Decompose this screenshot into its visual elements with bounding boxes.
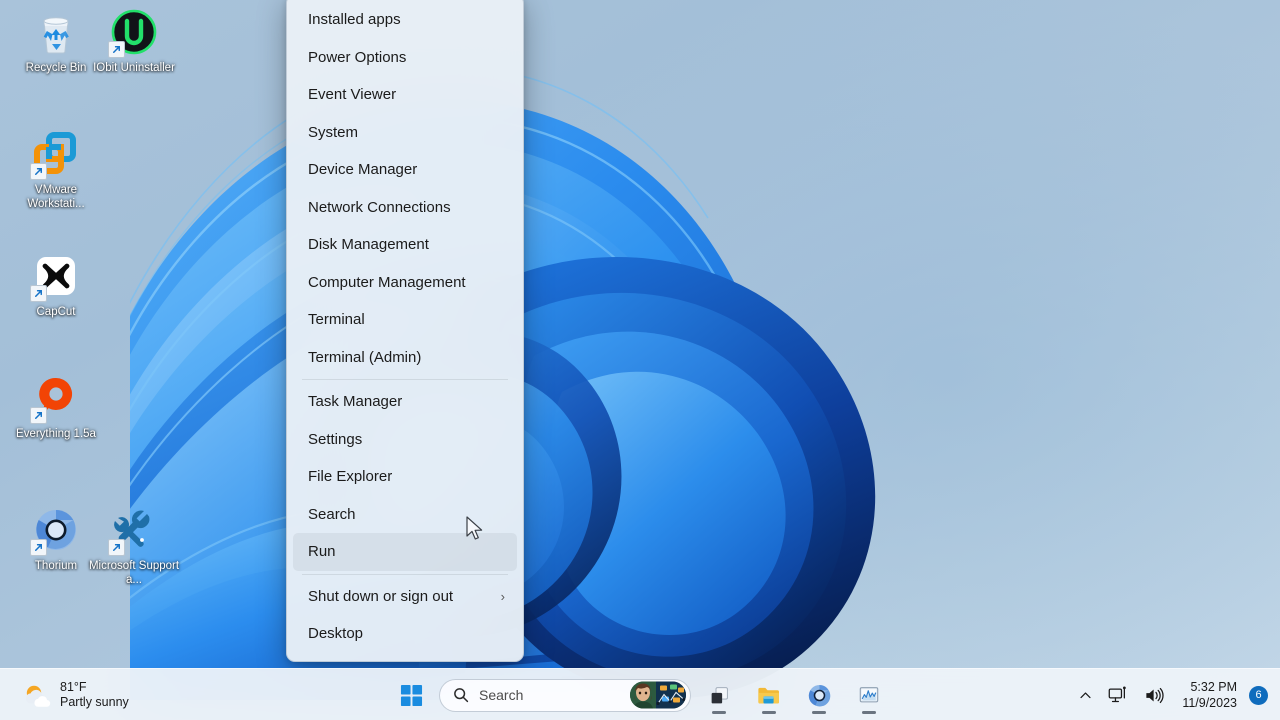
thorium-browser-icon [808,684,830,706]
menu-item-settings[interactable]: Settings [293,421,517,459]
clock-time: 5:32 PM [1190,680,1237,694]
menu-item-label: Terminal [308,311,365,329]
network-monitor-icon [1108,686,1127,702]
show-hidden-icons-button[interactable] [1072,675,1099,715]
taskbar-clock[interactable]: 5:32 PM 11/9/2023 [1173,675,1244,715]
menu-item-computer-management[interactable]: Computer Management [293,264,517,302]
taskbar-weather-widget[interactable]: 81°F Partly sunny [12,669,138,720]
menu-item-label: Terminal (Admin) [308,348,422,366]
menu-item-label: File Explorer [308,468,393,486]
menu-item-label: Device Manager [308,161,418,179]
windows-logo-icon [400,684,422,706]
menu-item-run[interactable]: Run [293,533,517,571]
task-manager-button[interactable] [847,673,891,717]
menu-item-network-connections[interactable]: Network Connections [293,189,517,227]
running-indicator [762,711,776,714]
taskbar-system-tray: 5:32 PM 11/9/2023 6 [1072,669,1272,720]
iobit-uninstaller-icon [108,8,158,58]
desktop-icon-vmware-workstation[interactable]: VMware Workstati... [10,130,102,211]
desktop-icon-iobit-uninstaller[interactable]: IObit Uninstaller [88,8,180,75]
task-manager-icon [859,687,879,703]
menu-item-label: Shut down or sign out [308,587,454,605]
taskbar: 81°F Partly sunny Search 5:32 PM 11/9/20… [0,668,1280,720]
menu-separator [302,573,508,575]
menu-item-terminal-admin[interactable]: Terminal (Admin) [293,339,517,377]
bing-daily-avatar[interactable] [630,681,686,709]
menu-item-label: System [308,123,359,141]
menu-item-label: Search [308,505,356,523]
menu-item-label: Desktop [308,625,364,643]
desktop-icon-microsoft-support[interactable]: Microsoft Support a... [88,506,180,587]
file-explorer-button[interactable] [747,673,791,717]
menu-item-shut-down-or-sign-out[interactable]: Shut down or sign out › [293,578,517,616]
search-placeholder-text: Search [479,687,524,703]
menu-item-label: Installed apps [308,11,401,29]
running-indicator [712,711,726,714]
weather-temperature: 81°F [60,680,87,694]
menu-item-label: Run [308,543,336,561]
recycle-bin-icon [32,8,80,56]
taskbar-center-cluster: Search [389,669,891,720]
shortcut-arrow-icon [108,539,125,556]
menu-item-disk-management[interactable]: Disk Management [293,226,517,264]
task-view-button[interactable] [697,673,741,717]
network-button[interactable] [1101,675,1135,715]
search-icon [454,688,469,703]
desktop-icon-label: IObit Uninstaller [93,62,175,74]
windows-bloom-wallpaper-art [130,0,970,700]
partly-sunny-icon [21,680,51,710]
desktop-icon-label: Microsoft Support a... [88,560,180,586]
menu-item-label: Power Options [308,48,407,66]
shortcut-arrow-icon [30,407,47,424]
desktop-icon-label: VMware Workstati... [27,184,85,210]
shortcut-arrow-icon [30,285,47,302]
chevron-right-icon: › [500,588,505,604]
taskbar-search-box[interactable]: Search [439,678,691,712]
microsoft-support-icon [108,506,158,556]
winx-power-user-menu: Installed apps Power Options Event Viewer S… [286,0,524,662]
weather-condition: Partly sunny [60,695,129,709]
menu-separator [302,379,508,380]
menu-item-label: Event Viewer [308,86,397,104]
start-button[interactable] [389,673,433,717]
menu-item-search[interactable]: Search [293,496,517,534]
desktop-icon-label: Everything 1.5a [16,428,96,440]
capcut-icon [30,252,80,302]
chevron-up-icon [1080,691,1091,698]
speaker-icon [1146,687,1164,703]
menu-item-file-explorer[interactable]: File Explorer [293,458,517,496]
menu-item-task-manager[interactable]: Task Manager [293,383,517,421]
vmware-workstation-icon [30,130,80,180]
menu-item-label: Settings [308,430,363,448]
desktop-icon-label: CapCut [36,306,76,318]
task-view-icon [711,686,728,703]
shortcut-arrow-icon [30,163,47,180]
clock-date: 11/9/2023 [1182,696,1237,710]
menu-item-label: Network Connections [308,198,451,216]
shortcut-arrow-icon [30,539,47,556]
menu-item-installed-apps[interactable]: Installed apps [293,1,517,39]
shortcut-arrow-icon [108,41,125,58]
menu-item-device-manager[interactable]: Device Manager [293,151,517,189]
menu-item-label: Task Manager [308,393,403,411]
thorium-browser-button[interactable] [797,673,841,717]
thorium-browser-icon [30,506,80,556]
notification-badge[interactable]: 6 [1249,685,1268,705]
desktop-icon-everything[interactable]: Everything 1.5a [10,374,102,441]
everything-search-icon [30,374,80,424]
running-indicator [862,711,876,714]
menu-item-label: Disk Management [308,236,429,254]
menu-item-label: Computer Management [308,273,466,291]
desktop-icon-grid: Recycle Bin IObit Uninstaller VMware Wor… [0,0,200,660]
desktop-icon-capcut[interactable]: CapCut [10,252,102,319]
menu-item-system[interactable]: System [293,114,517,152]
menu-item-event-viewer[interactable]: Event Viewer [293,76,517,114]
menu-item-desktop[interactable]: Desktop [293,615,517,653]
menu-item-terminal[interactable]: Terminal [293,301,517,339]
folder-icon [758,687,779,703]
menu-item-power-options[interactable]: Power Options [293,39,517,77]
volume-button[interactable] [1137,675,1171,715]
running-indicator [812,711,826,714]
